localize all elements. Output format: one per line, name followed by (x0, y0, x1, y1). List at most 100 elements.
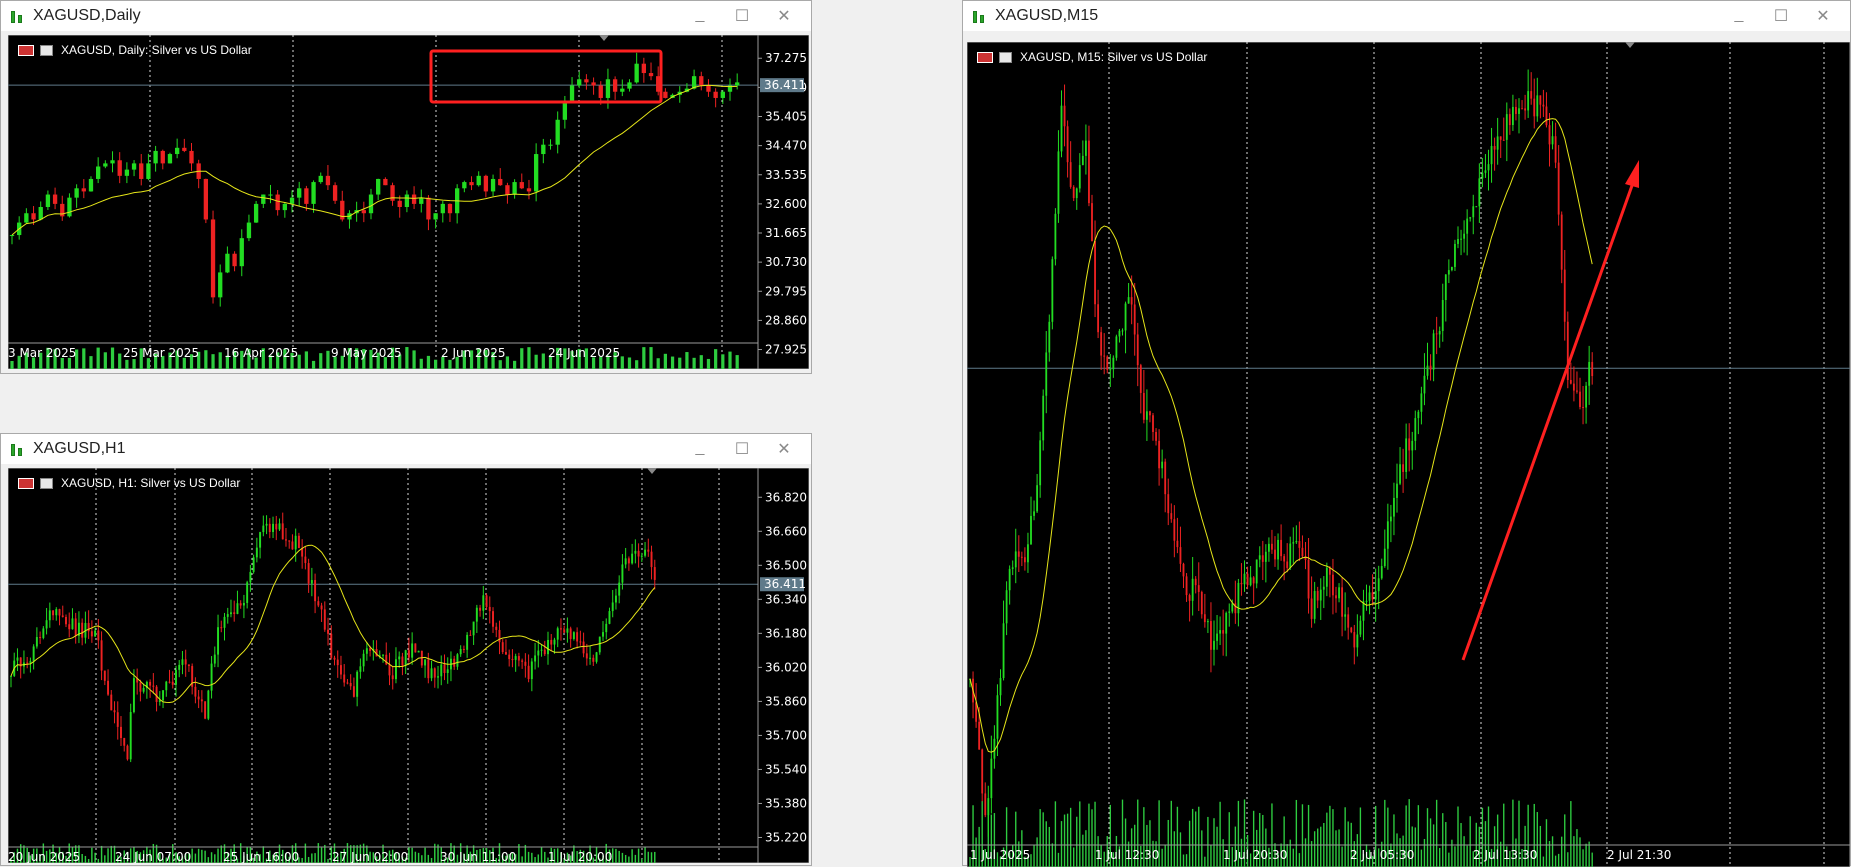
candle-bull (1051, 259, 1054, 322)
candle-bear (1502, 139, 1505, 141)
candle-bull (1484, 170, 1487, 173)
candle-bear (327, 629, 330, 634)
candle-bear (123, 738, 126, 746)
legend-text: XAGUSD, M15: Silver vs US Dollar (1020, 50, 1208, 64)
candle-bull (644, 549, 647, 556)
candle-bear (1542, 104, 1545, 107)
candle-bull (32, 646, 35, 662)
candle-bull (608, 611, 611, 624)
window-titlebar[interactable]: XAGUSD,H1 _ ☐ ✕ (1, 434, 811, 464)
candle-bull (430, 668, 433, 679)
candle-bull (94, 630, 97, 637)
candle-bear (90, 631, 93, 637)
candle-bull (1393, 497, 1395, 517)
candle-bull (45, 194, 51, 207)
candle-bear (598, 85, 603, 98)
candle-bear (343, 674, 346, 683)
candle-bull (165, 681, 168, 691)
candle-bull (255, 547, 258, 558)
y-tick-label: 28.860 (765, 313, 807, 327)
candle-bull (530, 661, 533, 680)
minimize-button[interactable]: _ (679, 6, 721, 26)
candle-bear (155, 686, 158, 702)
candle-bull (48, 610, 51, 621)
window-m15[interactable]: XAGUSD,M15 _ ☐ ✕ 1 Jul 2025 1 Jul 12:30 1 … (962, 0, 1851, 867)
chart-plot-daily[interactable]: 37.27536.34035.40534.47033.53532.60031.6… (8, 35, 809, 369)
candle-bull (1118, 330, 1121, 337)
maximize-button[interactable]: ☐ (721, 439, 763, 459)
x-tick-label: 24 Jun 07:00 (115, 850, 191, 863)
candle-bear (498, 178, 503, 186)
candle-bull (225, 253, 230, 273)
candle-bull (1389, 516, 1392, 522)
window-titlebar[interactable]: XAGUSD,Daily _ ☐ ✕ (1, 1, 811, 31)
candle-bull (572, 632, 575, 639)
maximize-button[interactable]: ☐ (721, 6, 763, 26)
candle-bear (288, 540, 291, 542)
candle-bear (349, 682, 352, 687)
close-button[interactable]: ✕ (1802, 6, 1844, 26)
candle-bull (537, 650, 540, 656)
candle-bull (1426, 365, 1429, 376)
candle-bull (1414, 418, 1417, 441)
candle-bull (29, 661, 32, 663)
x-tick-label: 16 Apr 2025 (224, 346, 298, 360)
candle-bear (1152, 415, 1154, 432)
candle-bear (1106, 356, 1109, 370)
minimize-button[interactable]: _ (1718, 6, 1760, 26)
candle-bull (611, 602, 614, 612)
candle-bear (443, 664, 446, 674)
candle-bull (1478, 178, 1481, 207)
candle-bear (401, 656, 404, 666)
chart-plot-h1[interactable]: 36.820 36.660 36.500 36.340 36.180 36.020 35.8… (8, 468, 809, 863)
window-titlebar[interactable]: XAGUSD,M15 _ ☐ ✕ (963, 1, 1850, 31)
candle-bear (333, 657, 336, 660)
candle-bull (437, 676, 439, 678)
candle-bear (713, 91, 718, 98)
candle-bear (1130, 297, 1133, 305)
y-tick-label: 33.535 (765, 168, 807, 182)
candle-bear (184, 659, 187, 665)
candle-bull (45, 620, 48, 629)
candle-bear (591, 82, 596, 86)
candle-bear (1194, 578, 1197, 586)
candle-bear (1167, 494, 1170, 514)
close-button[interactable]: ✕ (763, 6, 805, 26)
candle-bear (1179, 547, 1182, 564)
close-button[interactable]: ✕ (763, 439, 805, 459)
candle-bull (1441, 300, 1444, 332)
maximize-button[interactable]: ☐ (1760, 6, 1802, 26)
candle-bear (1554, 136, 1557, 163)
candle-bear (550, 639, 553, 645)
minimize-button[interactable]: _ (679, 439, 721, 459)
x-tick-label: 3 Mar 2025 (8, 346, 76, 360)
candle-bull (1213, 640, 1215, 650)
candle-bear (120, 726, 122, 739)
window-h1[interactable]: XAGUSD,H1 _ ☐ ✕ 36.820 36.660 36.500 36.340… (0, 433, 812, 866)
candle-bear (39, 637, 42, 639)
candle-bull (1527, 91, 1530, 111)
candle-bear (307, 563, 310, 584)
daily-chart-svg[interactable]: 37.27536.34035.40534.47033.53532.60031.6… (8, 35, 809, 369)
m15-chart-svg[interactable]: 1 Jul 2025 1 Jul 12:30 1 Jul 20:30 2 Jul 05… (967, 42, 1850, 867)
candle-bull (394, 659, 397, 680)
candle-bull (1216, 633, 1218, 641)
candle-bear (559, 628, 562, 630)
candle-bull (1457, 238, 1459, 244)
y-tick-label: 35.540 (765, 762, 807, 776)
candle-bull (569, 85, 575, 102)
candle-bull (541, 144, 546, 155)
candle-bull (1588, 361, 1591, 386)
candle-bull (272, 523, 275, 533)
candle-bull (382, 654, 384, 656)
candle-bull (213, 654, 216, 664)
h1-chart-svg[interactable]: 36.820 36.660 36.500 36.340 36.180 36.020 35.8… (8, 468, 809, 863)
candle-bull (534, 655, 537, 662)
window-daily[interactable]: XAGUSD,Daily _ ☐ ✕ 37.27536.34035.40534.… (0, 0, 812, 374)
candle-bull (640, 555, 643, 557)
candle-bear (197, 696, 200, 700)
candle-bull (1505, 114, 1508, 140)
chart-plot-m15[interactable]: 1 Jul 2025 1 Jul 12:30 1 Jul 20:30 2 Jul 05… (967, 42, 1850, 867)
candle-bear (584, 79, 589, 83)
candle-bear (627, 558, 630, 564)
